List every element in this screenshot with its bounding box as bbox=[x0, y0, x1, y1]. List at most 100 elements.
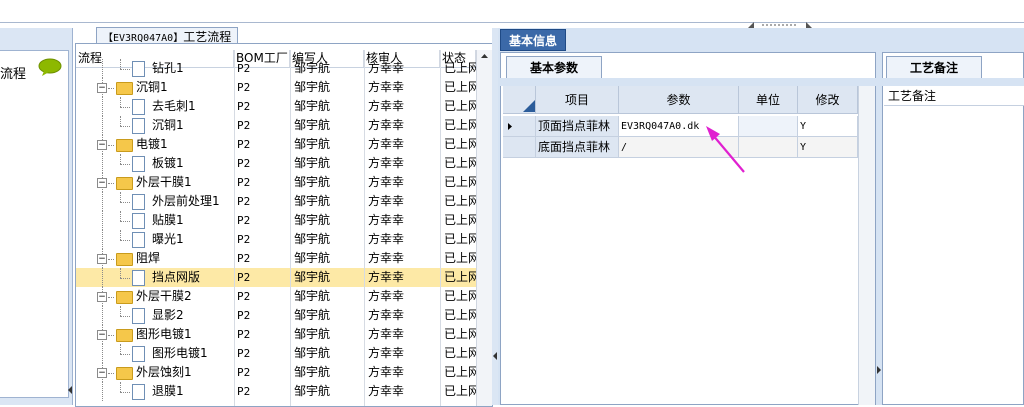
col-unit[interactable]: 单位 bbox=[739, 86, 798, 114]
chat-bubble-icon[interactable] bbox=[38, 58, 62, 76]
bom-value: P2 bbox=[237, 100, 251, 113]
reviewer-value: 方幸幸 bbox=[368, 137, 405, 151]
col-modify[interactable]: 修改 bbox=[798, 86, 858, 114]
workflow-step-name: 显影2 bbox=[152, 308, 184, 322]
collapse-node-icon[interactable]: − bbox=[97, 254, 107, 264]
reviewer-value: 方幸幸 bbox=[368, 99, 405, 113]
workflow-step-name: 贴膜1 bbox=[152, 213, 184, 227]
writer-value: 邹宇航 bbox=[294, 194, 331, 208]
folder-icon bbox=[116, 367, 133, 380]
workflow-row[interactable]: − 外层干膜1 P2 邹宇航 方幸幸 已上网 bbox=[76, 173, 476, 192]
status-value: 已上网 bbox=[444, 194, 476, 208]
workflow-row[interactable]: − 沉铜1 P2 邹宇航 方幸幸 已上网 bbox=[76, 78, 476, 97]
param-modify[interactable]: Y bbox=[798, 116, 858, 137]
workflow-tree-grid[interactable]: 流程 BOM工厂 编写人 核审人 状态 钻孔1P2邹宇航方幸幸已上网−沉铜1P2… bbox=[75, 43, 493, 407]
row-selector[interactable] bbox=[503, 116, 536, 137]
workflow-step-name: 电镀1 bbox=[136, 137, 168, 151]
reviewer-value: 方幸幸 bbox=[368, 327, 405, 341]
writer-value: 邹宇航 bbox=[294, 213, 331, 227]
status-value: 已上网 bbox=[444, 213, 476, 227]
row-selector[interactable] bbox=[503, 137, 536, 158]
bom-value: P2 bbox=[237, 271, 251, 284]
collapse-left-icon[interactable] bbox=[68, 386, 72, 394]
reviewer-value: 方幸幸 bbox=[368, 80, 405, 94]
tab-basic-params[interactable]: 基本参数 bbox=[506, 56, 602, 78]
tab-basic-info[interactable]: 基本信息 bbox=[500, 29, 566, 51]
workflow-row[interactable]: − 阻焊 P2 邹宇航 方幸幸 已上网 bbox=[76, 249, 476, 268]
writer-value: 邹宇航 bbox=[294, 346, 331, 360]
status-value: 已上网 bbox=[444, 270, 476, 284]
workflow-row[interactable]: 去毛刺1 P2 邹宇航 方幸幸 已上网 bbox=[76, 97, 476, 116]
params-scrollbar[interactable] bbox=[858, 86, 875, 405]
collapse-node-icon[interactable]: − bbox=[97, 178, 107, 188]
writer-value: 邹宇航 bbox=[294, 270, 331, 284]
workflow-row[interactable]: − 图形电镀1 P2 邹宇航 方幸幸 已上网 bbox=[76, 325, 476, 344]
reviewer-value: 方幸幸 bbox=[368, 156, 405, 170]
collapse-node-icon[interactable]: − bbox=[97, 140, 107, 150]
params-row[interactable]: 底面挡点菲林 / Y bbox=[503, 137, 858, 158]
workflow-row[interactable]: − 外层蚀刻1 P2 邹宇航 方幸幸 已上网 bbox=[76, 363, 476, 382]
document-icon bbox=[132, 156, 145, 172]
workflow-row[interactable]: 贴膜1 P2 邹宇航 方幸幸 已上网 bbox=[76, 211, 476, 230]
status-value: 已上网 bbox=[444, 156, 476, 170]
writer-value: 邹宇航 bbox=[294, 327, 331, 341]
reviewer-value: 方幸幸 bbox=[368, 118, 405, 132]
status-value: 已上网 bbox=[444, 384, 476, 398]
collapse-right-icon[interactable] bbox=[877, 366, 881, 374]
status-value: 已上网 bbox=[444, 251, 476, 265]
reviewer-value: 方幸幸 bbox=[368, 346, 405, 360]
status-value: 已上网 bbox=[444, 118, 476, 132]
workflow-row[interactable]: 显影2 P2 邹宇航 方幸幸 已上网 bbox=[76, 306, 476, 325]
left-panel-label: 流程 bbox=[0, 67, 27, 82]
bom-value: P2 bbox=[237, 233, 251, 246]
status-value: 已上网 bbox=[444, 175, 476, 189]
collapse-node-icon[interactable]: − bbox=[97, 292, 107, 302]
document-icon bbox=[132, 194, 145, 210]
bom-value: P2 bbox=[237, 176, 251, 189]
bom-value: P2 bbox=[237, 385, 251, 398]
reviewer-value: 方幸幸 bbox=[368, 175, 405, 189]
workflow-step-name: 外层干膜2 bbox=[136, 289, 192, 303]
bom-value: P2 bbox=[237, 214, 251, 227]
workflow-row[interactable]: 外层前处理1 P2 邹宇航 方幸幸 已上网 bbox=[76, 192, 476, 211]
writer-value: 邹宇航 bbox=[294, 365, 331, 379]
status-value: 已上网 bbox=[444, 289, 476, 303]
writer-value: 邹宇航 bbox=[294, 384, 331, 398]
workflow-row[interactable]: 退膜1 P2 邹宇航 方幸幸 已上网 bbox=[76, 382, 476, 401]
writer-value: 邹宇航 bbox=[294, 175, 331, 189]
workflow-row[interactable]: − 外层干膜2 P2 邹宇航 方幸幸 已上网 bbox=[76, 287, 476, 306]
workflow-row[interactable]: − 电镀1 P2 邹宇航 方幸幸 已上网 bbox=[76, 135, 476, 154]
param-item: 顶面挡点菲林 bbox=[536, 116, 619, 137]
bom-value: P2 bbox=[237, 328, 251, 341]
status-value: 已上网 bbox=[444, 308, 476, 322]
param-modify[interactable]: Y bbox=[798, 137, 858, 158]
workflow-row[interactable]: 挡点网版 P2 邹宇航 方幸幸 已上网 bbox=[76, 268, 476, 287]
status-value: 已上网 bbox=[444, 61, 476, 75]
collapse-node-icon[interactable]: − bbox=[97, 330, 107, 340]
workflow-row[interactable]: 钻孔1 P2 邹宇航 方幸幸 已上网 bbox=[76, 59, 476, 78]
workflow-step-name: 沉铜1 bbox=[136, 80, 168, 94]
collapse-node-icon[interactable]: − bbox=[97, 83, 107, 93]
status-value: 已上网 bbox=[444, 346, 476, 360]
writer-value: 邹宇航 bbox=[294, 137, 331, 151]
scroll-up-icon[interactable] bbox=[477, 50, 492, 62]
workflow-row[interactable]: 板镀1 P2 邹宇航 方幸幸 已上网 bbox=[76, 154, 476, 173]
left-panel: 流程 bbox=[0, 28, 73, 405]
bom-value: P2 bbox=[237, 157, 251, 170]
workflow-row[interactable]: 图形电镀1 P2 邹宇航 方幸幸 已上网 bbox=[76, 344, 476, 363]
collapse-node-icon[interactable]: − bbox=[97, 368, 107, 378]
workflow-row[interactable]: 沉铜1 P2 邹宇航 方幸幸 已上网 bbox=[76, 116, 476, 135]
col-param[interactable]: 参数 bbox=[619, 86, 739, 114]
reviewer-value: 方幸幸 bbox=[368, 194, 405, 208]
workflow-scrollbar[interactable] bbox=[476, 50, 492, 406]
tab-process-notes[interactable]: 工艺备注 bbox=[886, 56, 982, 78]
document-icon bbox=[132, 384, 145, 400]
collapse-middle-icon[interactable] bbox=[493, 352, 497, 360]
params-row[interactable]: 顶面挡点菲林 EV3RQ047A0.dk Y bbox=[503, 116, 858, 137]
workflow-row[interactable]: 曝光1 P2 邹宇航 方幸幸 已上网 bbox=[76, 230, 476, 249]
bom-value: P2 bbox=[237, 252, 251, 265]
col-item[interactable]: 项目 bbox=[536, 86, 619, 114]
writer-value: 邹宇航 bbox=[294, 251, 331, 265]
document-icon bbox=[132, 308, 145, 324]
reviewer-value: 方幸幸 bbox=[368, 308, 405, 322]
